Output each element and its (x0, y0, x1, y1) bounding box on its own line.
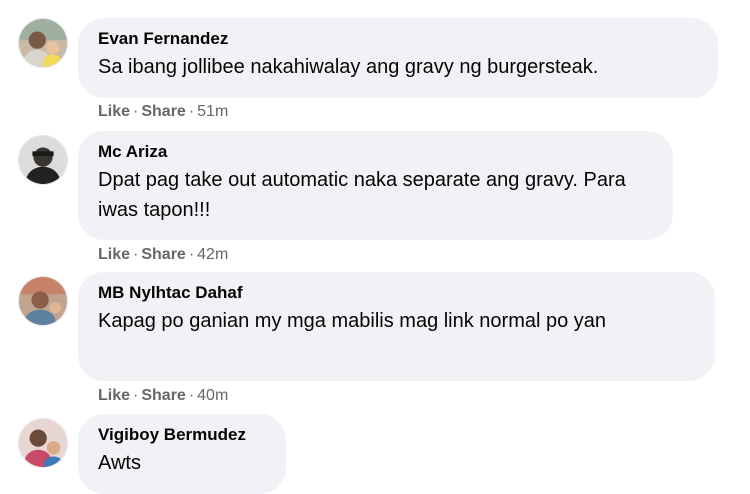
comment-bubble: Vigiboy Bermudez Awts (78, 414, 286, 494)
share-button[interactable]: Share (141, 387, 185, 404)
comment-timestamp[interactable]: 42m (197, 246, 228, 263)
profile-photo-icon (19, 277, 67, 325)
comment-bubble: Mc Ariza Dpat pag take out automatic nak… (78, 131, 673, 240)
comment-bubble: Evan Fernandez Sa ibang jollibee nakahiw… (78, 18, 718, 98)
separator-dot: · (133, 246, 139, 263)
comment-actions: Like · Share · 42m (98, 245, 228, 265)
like-button[interactable]: Like (98, 103, 130, 120)
like-button[interactable]: Like (98, 387, 130, 404)
profile-photo-icon (19, 419, 67, 467)
separator-dot: · (133, 103, 139, 120)
comment-text: Kapag po ganian my mga mabilis mag link … (98, 310, 607, 332)
comment-author[interactable]: Evan Fernandez (98, 29, 696, 49)
avatar[interactable] (18, 276, 68, 326)
comment-author[interactable]: MB Nylhtac Dahaf (98, 283, 693, 303)
comment-text: Sa ibang jollibee nakahiwalay ang gravy … (98, 56, 599, 78)
share-button[interactable]: Share (141, 246, 185, 263)
separator-dot: · (133, 387, 139, 404)
comment-author[interactable]: Mc Ariza (98, 142, 651, 162)
comment-text: Awts (98, 452, 141, 474)
comment-bubble: MB Nylhtac Dahaf Kapag po ganian my mga … (78, 272, 715, 381)
comment-author[interactable]: Vigiboy Bermudez (98, 425, 264, 445)
share-button[interactable]: Share (141, 103, 185, 120)
comment-timestamp[interactable]: 51m (197, 103, 228, 120)
separator-dot: · (188, 387, 195, 404)
avatar[interactable] (18, 135, 68, 185)
separator-dot: · (188, 246, 195, 263)
separator-dot: · (188, 103, 195, 120)
like-button[interactable]: Like (98, 246, 130, 263)
comment-text: Dpat pag take out automatic naka separat… (98, 169, 626, 221)
profile-photo-icon (19, 19, 67, 67)
comment-actions: Like · Share · 51m (98, 102, 228, 122)
profile-photo-icon (19, 136, 67, 184)
comment-timestamp[interactable]: 40m (197, 387, 228, 404)
avatar[interactable] (18, 18, 68, 68)
comment-actions: Like · Share · 40m (98, 386, 228, 406)
avatar[interactable] (18, 418, 68, 468)
